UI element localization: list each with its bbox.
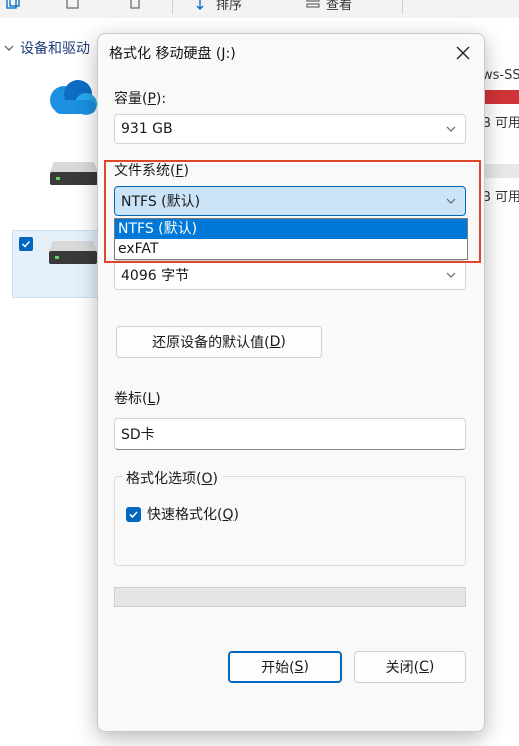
filesystem-label: 文件系统(F): [114, 163, 189, 179]
volume-label-label: 卷标(L): [114, 391, 161, 407]
format-progress-bar: [114, 587, 466, 607]
usage-bar: [482, 90, 519, 104]
hard-drive-icon: [49, 241, 97, 264]
quick-format-checkbox[interactable]: 快速格式化(Q): [126, 504, 239, 524]
drive-name-fragment: ws-SS: [482, 68, 519, 83]
chevron-down-icon: [446, 198, 456, 204]
drive-item-selected[interactable]: [12, 230, 102, 298]
filesystem-select[interactable]: NTFS (默认): [114, 186, 466, 216]
capacity-value: 931 GB: [121, 121, 173, 137]
restore-defaults-button[interactable]: 还原设备的默认值(D): [116, 326, 322, 358]
view-icon: [306, 0, 320, 8]
checkbox-icon[interactable]: [66, 0, 80, 14]
checkbox-checked-icon: [126, 506, 141, 522]
volume-label-input[interactable]: SD卡: [114, 418, 466, 450]
free-space-fragment: B 可用: [482, 190, 519, 205]
capacity-label: 容量(P):: [114, 91, 167, 107]
close-dialog-button[interactable]: 关闭(C): [354, 651, 466, 683]
cloud-icon: [50, 80, 97, 115]
dialog-title: 格式化 移动硬盘 (J:): [109, 46, 236, 62]
usage-bar: [482, 164, 519, 178]
hard-drive-icon: [50, 162, 98, 185]
filesystem-option-exfat[interactable]: exFAT: [115, 239, 467, 259]
section-devices-drives[interactable]: 设备和驱动: [4, 38, 90, 58]
free-space-fragment: B 可用: [482, 116, 519, 131]
capacity-select[interactable]: 931 GB: [114, 114, 466, 144]
section-label: 设备和驱动: [20, 41, 90, 57]
copy-icon[interactable]: [6, 0, 20, 14]
close-icon: [456, 46, 470, 60]
filesystem-dropdown-list: NTFS (默认) exFAT: [114, 218, 468, 260]
allocation-size-value: 4096 字节: [121, 268, 190, 284]
start-button[interactable]: 开始(S): [228, 651, 342, 683]
chevron-down-icon: [4, 45, 14, 51]
view-button[interactable]: 查看: [306, 0, 352, 14]
close-button[interactable]: [448, 40, 478, 66]
filesystem-option-ntfs[interactable]: NTFS (默认): [115, 219, 467, 239]
quick-format-label: 快速格式化(Q): [147, 507, 239, 523]
delete-icon[interactable]: [128, 0, 142, 14]
sort-button[interactable]: 排序: [196, 0, 242, 14]
chevron-down-icon: [446, 126, 456, 132]
chevron-down-icon: [446, 272, 456, 278]
allocation-size-select[interactable]: 4096 字节: [114, 260, 466, 290]
format-dialog: 格式化 移动硬盘 (J:) 容量(P): 931 GB 文件系统(F) NTFS…: [97, 33, 485, 732]
view-label: 查看: [326, 0, 353, 13]
sort-label: 排序: [216, 0, 243, 13]
format-options-title: 格式化选项(O): [122, 468, 222, 488]
volume-label-value: SD卡: [121, 427, 155, 443]
filesystem-value: NTFS (默认): [121, 194, 201, 210]
checkbox-checked-icon[interactable]: [19, 237, 33, 251]
explorer-toolbar: 排序 查看: [0, 0, 519, 19]
sort-icon: [196, 0, 204, 10]
